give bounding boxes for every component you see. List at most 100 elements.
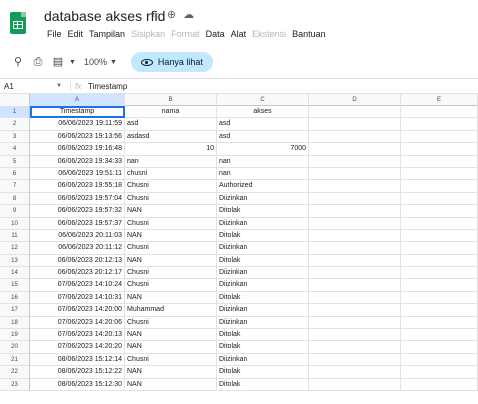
menu-item-alat[interactable]: Alat: [228, 27, 250, 41]
cell-a1[interactable]: Timestamp: [30, 106, 125, 119]
cell-e6[interactable]: [401, 167, 478, 181]
star-icon[interactable]: ☆: [150, 7, 160, 23]
row-header[interactable]: 23: [0, 378, 30, 391]
cell-b10[interactable]: Chusni: [125, 217, 217, 230]
cell-c10[interactable]: Diizinkan: [217, 217, 309, 230]
row-header[interactable]: 6: [0, 167, 30, 181]
menu-item-sisipkan[interactable]: Sisipkan: [128, 27, 168, 41]
cell-b19[interactable]: NAN: [125, 329, 217, 342]
name-box[interactable]: A1: [0, 82, 56, 91]
cell-e16[interactable]: [401, 291, 478, 305]
document-title[interactable]: database akses rfid: [44, 8, 165, 24]
cell-e4[interactable]: [401, 143, 478, 156]
formula-input[interactable]: Timestamp: [88, 82, 127, 91]
cell-a23[interactable]: 08/06/2023 15:12:30: [30, 378, 125, 391]
row-header[interactable]: 20: [0, 341, 30, 354]
cell-b7[interactable]: Chusni: [125, 180, 217, 193]
cell-e19[interactable]: [401, 329, 478, 342]
cell-d8[interactable]: [309, 192, 401, 206]
cell-d15[interactable]: [309, 279, 401, 292]
cell-b12[interactable]: Chusni: [125, 242, 217, 255]
cell-d7[interactable]: [309, 180, 401, 193]
cell-c9[interactable]: Ditolak: [217, 205, 309, 218]
row-header[interactable]: 17: [0, 304, 30, 317]
menu-item-format[interactable]: Format: [168, 27, 203, 41]
select-all-corner[interactable]: [0, 94, 30, 106]
cell-b1[interactable]: nama: [125, 106, 217, 119]
menu-item-file[interactable]: File: [44, 27, 65, 41]
cell-a6[interactable]: 06/06/2023 19:51:11: [30, 167, 125, 181]
cell-b16[interactable]: NAN: [125, 291, 217, 305]
move-to-folder-icon[interactable]: ⊕: [167, 7, 176, 23]
cell-e21[interactable]: [401, 353, 478, 367]
cell-a2[interactable]: 06/06/2023 19:11:59: [30, 118, 125, 131]
cell-c17[interactable]: Diizinkan: [217, 304, 309, 317]
cell-c18[interactable]: Diizinkan: [217, 316, 309, 330]
cell-e7[interactable]: [401, 180, 478, 193]
cell-e11[interactable]: [401, 229, 478, 243]
cell-b6[interactable]: chusni: [125, 167, 217, 181]
row-header[interactable]: 14: [0, 267, 30, 280]
row-header[interactable]: 10: [0, 217, 30, 230]
row-header[interactable]: 9: [0, 205, 30, 218]
cell-e17[interactable]: [401, 304, 478, 317]
cell-a3[interactable]: 06/06/2023 19:13:56: [30, 130, 125, 144]
cell-c16[interactable]: Ditolak: [217, 291, 309, 305]
cell-e2[interactable]: [401, 118, 478, 131]
cell-c14[interactable]: Diizinkan: [217, 267, 309, 280]
menu-item-edit[interactable]: Edit: [65, 27, 87, 41]
cell-e23[interactable]: [401, 378, 478, 391]
cell-a22[interactable]: 08/06/2023 15:12:22: [30, 366, 125, 379]
chevron-down-icon[interactable]: ▼: [69, 59, 76, 66]
cell-d22[interactable]: [309, 366, 401, 379]
cell-c6[interactable]: nan: [217, 167, 309, 181]
cell-d19[interactable]: [309, 329, 401, 342]
cell-d23[interactable]: [309, 378, 401, 391]
cell-a8[interactable]: 06/06/2023 19:57:04: [30, 192, 125, 206]
cell-e9[interactable]: [401, 205, 478, 218]
cell-d17[interactable]: [309, 304, 401, 317]
cell-d11[interactable]: [309, 229, 401, 243]
cell-a21[interactable]: 08/06/2023 15:12:14: [30, 353, 125, 367]
row-header[interactable]: 15: [0, 279, 30, 292]
cell-e8[interactable]: [401, 192, 478, 206]
cell-a19[interactable]: 07/06/2023 14:20:13: [30, 329, 125, 342]
cell-b21[interactable]: Chusni: [125, 353, 217, 367]
cell-d21[interactable]: [309, 353, 401, 367]
cell-c21[interactable]: Diizinkan: [217, 353, 309, 367]
cell-b14[interactable]: Chusni: [125, 267, 217, 280]
zoom-chevron-down-icon[interactable]: ▼: [110, 59, 117, 66]
row-header[interactable]: 22: [0, 366, 30, 379]
cell-b22[interactable]: NAN: [125, 366, 217, 379]
column-header-c[interactable]: C: [217, 94, 309, 106]
row-header[interactable]: 12: [0, 242, 30, 255]
cell-c4[interactable]: 7000: [217, 143, 309, 156]
cell-c23[interactable]: Ditolak: [217, 378, 309, 391]
menu-item-ekstensi[interactable]: Ekstensi: [249, 27, 289, 41]
cell-d5[interactable]: [309, 155, 401, 168]
cell-a7[interactable]: 06/06/2023 19:55:18: [30, 180, 125, 193]
cell-b9[interactable]: NAN: [125, 205, 217, 218]
view-only-button[interactable]: Hanya lihat: [130, 52, 213, 72]
cell-e1[interactable]: [401, 106, 478, 119]
cell-d9[interactable]: [309, 205, 401, 218]
row-header[interactable]: 11: [0, 229, 30, 243]
sheets-logo-icon[interactable]: [10, 12, 26, 34]
cell-e20[interactable]: [401, 341, 478, 354]
cell-c5[interactable]: nan: [217, 155, 309, 168]
cell-d1[interactable]: [309, 106, 401, 119]
row-header[interactable]: 13: [0, 254, 30, 268]
cell-a11[interactable]: 06/06/2023 20:11:03: [30, 229, 125, 243]
cell-c8[interactable]: Diizinkan: [217, 192, 309, 206]
row-header[interactable]: 4: [0, 143, 30, 156]
menu-item-tampilan[interactable]: Tampilan: [86, 27, 128, 41]
zoom-select[interactable]: 100%: [84, 57, 107, 67]
row-header[interactable]: 1: [0, 106, 30, 119]
row-header[interactable]: 21: [0, 353, 30, 367]
cell-b23[interactable]: NAN: [125, 378, 217, 391]
cell-d18[interactable]: [309, 316, 401, 330]
cell-c1[interactable]: akses: [217, 106, 309, 119]
cell-d2[interactable]: [309, 118, 401, 131]
cell-d16[interactable]: [309, 291, 401, 305]
cell-a12[interactable]: 06/06/2023 20:11:12: [30, 242, 125, 255]
